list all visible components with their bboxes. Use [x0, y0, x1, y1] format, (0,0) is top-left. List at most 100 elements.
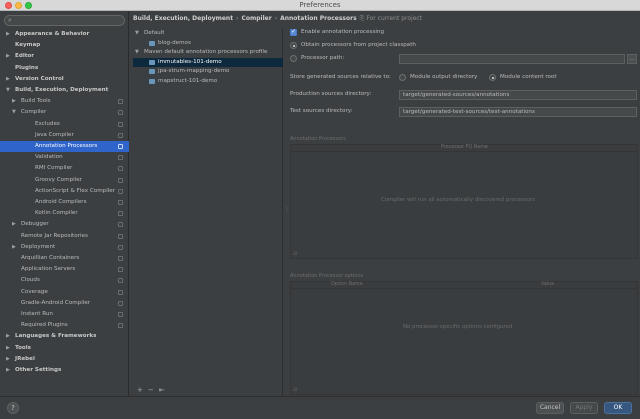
project-scope-icon [118, 188, 123, 194]
profiles-tree: ▼ Default blog-demos ▼ Maven default annotat… [133, 28, 283, 396]
chevron-right-icon[interactable]: ▶ [6, 354, 10, 365]
chevron-right-icon[interactable]: ▶ [6, 331, 10, 342]
enable-annotation-processing-checkbox[interactable] [290, 28, 297, 36]
add-processor-icon[interactable]: ⊞ [293, 251, 297, 257]
chevron-down-icon[interactable]: ▼ [6, 85, 10, 96]
chevron-right-icon[interactable]: ▶ [12, 242, 16, 253]
project-scope-icon [118, 200, 123, 205]
help-button[interactable]: ? [7, 402, 19, 414]
chevron-right-icon[interactable]: ▶ [12, 219, 16, 230]
sidebar-item-build-execution-deployment[interactable]: ▼ Build, Execution, Deployment [0, 85, 129, 96]
add-profile-button[interactable]: + [137, 386, 143, 394]
sidebar-item-coverage[interactable]: Coverage [0, 287, 129, 298]
processor-path-radio[interactable] [290, 55, 297, 62]
sidebar-item-java-compiler[interactable]: Java Compiler [0, 130, 129, 141]
profile-item-mapstruct-101-demo[interactable]: mapstruct-101-demo [133, 77, 283, 86]
settings-sidebar: ⌕ ▶ Appearance & Behavior Keymap ▶ Editor Plu… [0, 11, 129, 396]
test-sources-field[interactable]: target/generated-test-sources/test-annot… [399, 107, 637, 117]
chevron-right-icon[interactable]: ▶ [6, 29, 10, 40]
module-icon [149, 69, 155, 74]
sidebar-item-application-servers[interactable]: Application Servers [0, 264, 129, 275]
sidebar-item-languages-frameworks[interactable]: ▶ Languages & Frameworks [0, 331, 129, 342]
sidebar-item-validation[interactable]: Validation [0, 152, 129, 163]
sidebar-item-jrebel[interactable]: ▶ JRebel [0, 354, 129, 365]
sidebar-item-arquillian-containers[interactable]: Arquillian Containers [0, 253, 129, 264]
profile-item-blog-demos[interactable]: blog-demos [133, 39, 283, 48]
chevron-right-icon[interactable]: ▶ [6, 343, 10, 354]
sidebar-item-label: Java Compiler [35, 131, 74, 138]
breadcrumb-part: Annotation Processors [280, 15, 357, 22]
chevron-right-icon[interactable]: ▶ [6, 365, 10, 376]
sidebar-item-label: Instant Run [21, 311, 53, 317]
search-icon: ⌕ [8, 16, 12, 24]
chevron-right-icon[interactable]: ▶ [6, 74, 10, 85]
sidebar-item-rmi-compiler[interactable]: RMI Compiler [0, 163, 129, 174]
module-icon [149, 78, 155, 84]
profile-item-label: immutables-101-demo [158, 58, 222, 65]
apply-button[interactable]: Apply [570, 402, 598, 414]
module-content-root-radio[interactable] [489, 74, 496, 81]
remove-profile-button[interactable]: − [148, 386, 154, 394]
chevron-right-icon[interactable]: ▶ [12, 96, 16, 107]
project-scope-icon [118, 222, 123, 228]
profile-item-maven-default-annotation-processors-profile[interactable]: ▼ Maven default annotation processors pro… [133, 48, 283, 57]
sidebar-item-deployment[interactable]: ▶ Deployment [0, 242, 129, 253]
module-icon [149, 59, 155, 65]
sidebar-item-plugins[interactable]: Plugins [0, 63, 129, 74]
profile-item-immutables-101-demo[interactable]: immutables-101-demo [133, 57, 283, 67]
sidebar-item-label: Kotlin Compiler [35, 210, 78, 217]
table-header: Option Name Value [291, 282, 637, 289]
sidebar-item-groovy-compiler[interactable]: Groovy Compiler [0, 175, 129, 186]
sidebar-item-required-plugins[interactable]: Required Plugins [0, 320, 129, 331]
module-content-root-label: Module content root [500, 74, 557, 80]
add-option-icon[interactable]: ⊞ [293, 387, 297, 393]
processor-name-column: Processor FQ Name [441, 145, 488, 150]
test-sources-label: Test sources directory: [290, 108, 353, 114]
processor-options-table[interactable]: Option Name Value No processor-specific … [290, 281, 638, 395]
sidebar-item-editor[interactable]: ▶ Editor [0, 51, 129, 62]
profile-item-label: mapstruct-101-demo [158, 77, 218, 84]
sidebar-item-kotlin-compiler[interactable]: Kotlin Compiler [0, 208, 129, 219]
sidebar-item-label: Deployment [21, 243, 56, 250]
option-value-column: Value [541, 282, 555, 287]
sidebar-item-remote-jar-repositories[interactable]: Remote Jar Repositories [0, 231, 129, 242]
profile-item-default[interactable]: ▼ Default [133, 29, 283, 38]
cancel-button[interactable]: Cancel [536, 402, 564, 414]
sidebar-item-android-compilers[interactable]: Android Compilers [0, 197, 129, 208]
chevron-right-icon[interactable]: ▶ [6, 51, 10, 62]
window-titlebar: Preferences [0, 0, 640, 11]
module-icon [149, 40, 155, 46]
settings-search-input[interactable]: ⌕ [4, 15, 125, 26]
sidebar-item-excludes[interactable]: Excludes [0, 119, 129, 130]
project-scope-icon [118, 256, 123, 261]
obtain-from-classpath-radio[interactable] [290, 42, 297, 49]
sidebar-item-instant-run[interactable]: Instant Run [0, 309, 129, 320]
chevron-down-icon[interactable]: ▼ [12, 107, 16, 118]
sidebar-item-tools[interactable]: ▶ Tools [0, 343, 129, 354]
sidebar-item-compiler[interactable]: ▼ Compiler [0, 107, 129, 118]
chevron-down-icon[interactable]: ▼ [135, 29, 139, 38]
project-scope-note: For current project [366, 15, 423, 22]
browse-button[interactable]: … [627, 54, 637, 64]
sidebar-item-build-tools[interactable]: ▶ Build Tools [0, 96, 129, 107]
module-output-directory-radio[interactable] [399, 74, 406, 81]
ok-button[interactable]: OK [604, 402, 632, 414]
sidebar-item-other-settings[interactable]: ▶ Other Settings [0, 365, 129, 376]
sidebar-item-debugger[interactable]: ▶ Debugger [0, 219, 129, 230]
sidebar-item-actionscript-flex-compiler[interactable]: ActionScript & Flex Compiler [0, 186, 129, 197]
annotation-processors-table[interactable]: Processor FQ Name Compiler will run all … [290, 144, 638, 259]
sidebar-item-clouds[interactable]: Clouds [0, 275, 129, 286]
processor-path-field[interactable] [399, 54, 625, 64]
sidebar-item-annotation-processors[interactable]: Annotation Processors [0, 141, 129, 152]
sidebar-item-appearance-behavior[interactable]: ▶ Appearance & Behavior [0, 29, 129, 40]
sidebar-item-keymap[interactable]: Keymap [0, 40, 129, 51]
profile-item-jpa-strum-mapping-demo[interactable]: jpa-strum-mapping-demo [133, 67, 283, 76]
move-to-profile-button[interactable]: ⇤ [159, 386, 165, 394]
production-sources-field[interactable]: target/generated-sources/annotations [399, 90, 637, 100]
chevron-down-icon[interactable]: ▼ [135, 48, 139, 57]
project-scope-icon [118, 244, 123, 250]
sidebar-item-label: Remote Jar Repositories [21, 232, 88, 239]
sidebar-item-gradle-android-compiler[interactable]: Gradle-Android Compiler [0, 298, 129, 309]
sidebar-item-label: Appearance & Behavior [15, 31, 90, 37]
sidebar-item-version-control[interactable]: ▶ Version Control [0, 74, 129, 85]
